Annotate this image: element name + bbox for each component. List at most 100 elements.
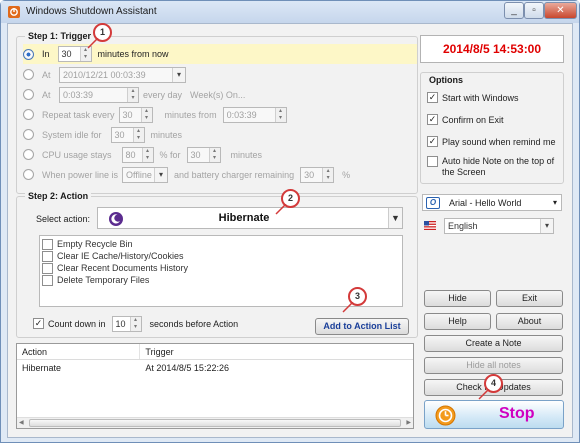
trigger-in-row[interactable]: In 30 minutes from now [23,44,417,64]
checklist-label: Empty Recycle Bin [57,239,133,249]
checkbox-start-windows[interactable]: ✓ [427,92,438,103]
power-line-select[interactable]: Offline [122,166,169,183]
countdown-checkbox[interactable]: ✓ [33,318,44,329]
create-note-button[interactable]: Create a Note [424,335,563,352]
table-row[interactable]: Hibernate At 2014/8/5 15:22:26 [17,360,413,376]
about-button[interactable]: About [496,313,563,330]
checkbox-confirm-exit[interactable]: ✓ [427,114,438,125]
checklist-item[interactable]: Clear IE Cache/History/Cookies [42,250,184,262]
close-button[interactable]: ✕ [544,2,577,19]
option-confirm-exit[interactable]: ✓ Confirm on Exit [427,111,504,128]
trigger-repeat-row[interactable]: Repeat task every 30 minutes from 0:03:3… [23,106,287,123]
stop-label: Stop [499,405,535,422]
checkbox-empty-recycle[interactable] [42,238,53,250]
radio-at-datetime[interactable] [23,69,34,80]
hide-all-notes-button[interactable]: Hide all notes [424,357,563,374]
radio-in[interactable] [23,48,34,60]
repeat-from-label: minutes from [164,109,217,120]
cpu-suffix: minutes [230,149,263,160]
datetime-picker[interactable]: 2010/12/21 00:03:39 [59,66,186,83]
checklist-label: Clear Recent Documents History [57,263,189,273]
radio-power[interactable] [23,169,34,180]
exit-button[interactable]: Exit [496,290,563,307]
checklist-item[interactable]: Delete Temporary Files [42,274,149,286]
idle-label: System idle for [42,129,102,140]
checklist-label: Delete Temporary Files [57,275,150,285]
trigger-at-label: At [42,69,51,80]
horizontal-scrollbar[interactable]: ◀ ▶ [17,417,413,428]
daily-time-input[interactable]: 0:03:39 [59,86,139,103]
radio-repeat[interactable] [23,109,34,120]
cpu-percent-input[interactable]: 80 [121,146,154,163]
scroll-right-icon[interactable]: ▶ [406,419,411,426]
checkbox-play-sound[interactable]: ✓ [427,136,438,147]
idle-minutes-input[interactable]: 30 [110,126,145,143]
option-label: Confirm on Exit [442,114,504,125]
trigger-daily-row[interactable]: At 0:03:39 every day Week(s) On... [23,86,245,103]
trigger-group: Step 1: Trigger In 30 minutes from now A… [16,31,418,194]
scrollbar-thumb[interactable] [29,419,401,427]
countdown-input[interactable]: 10 [111,315,142,332]
radio-at-daily[interactable] [23,89,34,100]
cpu-for-label: % for [159,149,181,160]
countdown-row: ✓ Count down in 10 seconds before Action [33,315,238,332]
action-select[interactable]: Hibernate ▼ [97,207,403,229]
row-trigger: At 2014/8/5 15:22:26 [145,363,229,373]
countdown-suffix: seconds before Action [149,318,239,329]
option-auto-hide[interactable]: Auto hide Note on the top of the Screen [427,156,561,178]
column-trigger[interactable]: Trigger [140,344,413,359]
client-area: Step 1: Trigger In 30 minutes from now A… [7,23,573,438]
add-to-action-list-button[interactable]: Add to Action List [315,318,409,335]
hide-button[interactable]: Hide [424,290,491,307]
callout-pointer-4 [478,389,490,400]
option-start-windows[interactable]: ✓ Start with Windows [427,89,519,106]
column-action[interactable]: Action [17,344,141,359]
action-list[interactable]: Action Trigger Hibernate At 2014/8/5 15:… [16,343,414,429]
step1-title: Step 1: Trigger [25,31,95,41]
checklist-item[interactable]: Empty Recycle Bin [42,238,133,250]
battery-percent-input[interactable]: 30 [300,166,335,183]
chevron-down-icon[interactable]: ▼ [388,208,402,228]
minimize-button[interactable]: _ [504,2,524,19]
checkbox-auto-hide[interactable] [427,156,438,167]
font-icon: O [426,196,440,209]
stop-button[interactable]: Stop [424,400,564,429]
trigger-at-row[interactable]: At 2010/12/21 00:03:39 [23,66,186,83]
callout-pointer-2 [275,204,287,215]
checklist-label: Clear IE Cache/History/Cookies [57,251,184,261]
language-select[interactable]: English [444,217,554,234]
chevron-down-icon[interactable]: ▾ [549,198,561,207]
step2-title: Step 2: Action [25,191,92,201]
selected-action: Hibernate [218,212,270,224]
every-day-label: every day [143,89,183,100]
repeat-minutes-input[interactable]: 30 [118,106,153,123]
scroll-left-icon[interactable]: ◀ [19,419,24,426]
clock-display: 2014/8/5 14:53:00 [420,35,564,63]
option-label: Start with Windows [442,92,519,103]
cpu-label: CPU usage stays [42,149,112,160]
option-play-sound[interactable]: ✓ Play sound when remind me [427,133,556,150]
us-flag-icon [424,221,436,230]
trigger-power-row[interactable]: When power line is Offline and battery c… [23,166,350,183]
power-label: When power line is [42,169,119,180]
radio-cpu[interactable] [23,149,34,160]
row-action: Hibernate [22,363,62,373]
repeat-from-input[interactable]: 0:03:39 [222,106,287,123]
checkbox-clear-recent[interactable] [42,262,53,274]
checkbox-clear-ie[interactable] [42,250,53,262]
checkbox-delete-temp[interactable] [42,274,53,286]
options-title: Options [426,75,466,85]
cpu-minutes-input[interactable]: 30 [186,146,221,163]
font-select[interactable]: O Arial - Hello World ▾ [422,194,562,211]
language-row: English [422,217,562,234]
checklist-item[interactable]: Clear Recent Documents History [42,262,188,274]
maximize-button[interactable]: ▫ [524,2,544,19]
options-group: Options ✓ Start with Windows ✓ Confirm on … [420,72,564,184]
radio-idle[interactable] [23,129,34,140]
title-bar: Windows Shutdown Assistant _ ▫ ✕ [1,1,579,23]
help-button[interactable]: Help [424,313,491,330]
app-window: Windows Shutdown Assistant _ ▫ ✕ Step 1:… [0,0,580,443]
trigger-idle-row[interactable]: System idle for 30 minutes [23,126,182,143]
countdown-label: Count down in [48,318,106,329]
trigger-cpu-row[interactable]: CPU usage stays 80 % for 30 minutes [23,146,262,163]
